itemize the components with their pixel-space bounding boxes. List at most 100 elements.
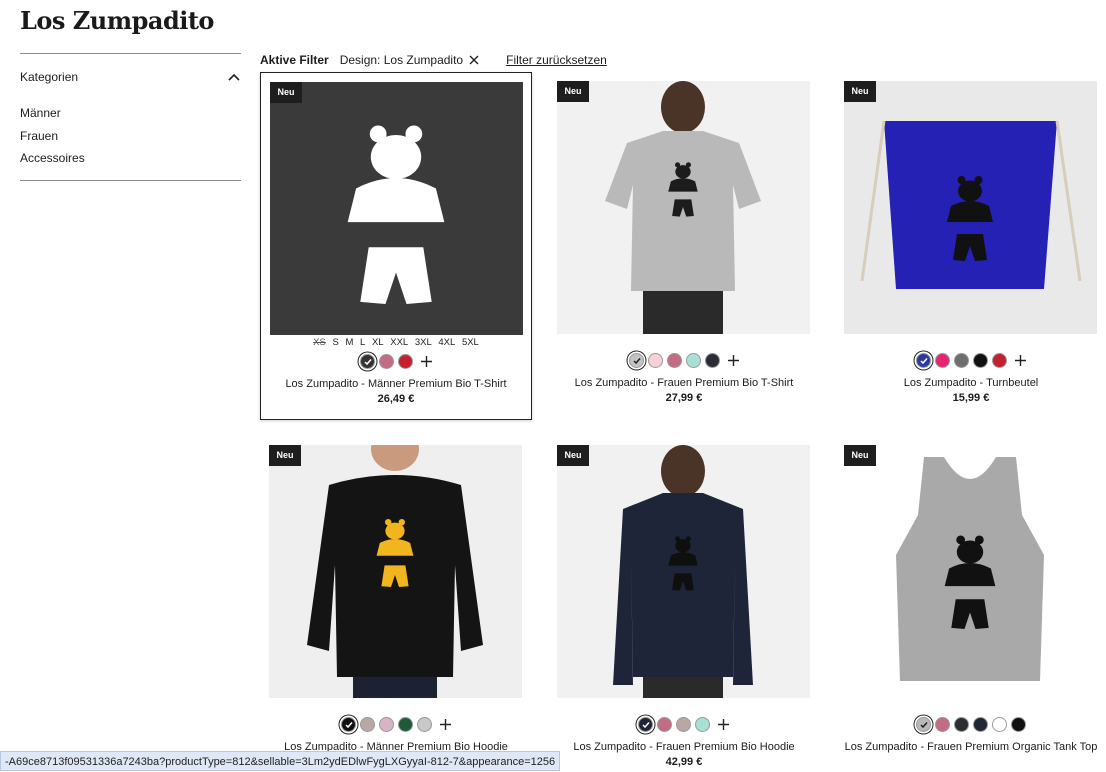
color-swatch[interactable] bbox=[638, 716, 653, 732]
color-swatches bbox=[548, 715, 820, 733]
product-price: 27,99 € bbox=[665, 392, 703, 404]
color-swatch[interactable] bbox=[953, 352, 969, 368]
color-swatches bbox=[835, 715, 1106, 733]
size-option: M bbox=[345, 337, 354, 348]
color-swatch[interactable] bbox=[704, 352, 720, 368]
color-swatch[interactable] bbox=[1011, 716, 1026, 732]
color-swatch[interactable] bbox=[416, 716, 432, 732]
color-swatch[interactable] bbox=[916, 716, 931, 732]
size-option: XXL bbox=[390, 337, 409, 348]
new-badge: Neu bbox=[844, 81, 876, 102]
product-card[interactable]: Neu Los Zumpadito - Frauen Premium Bio T… bbox=[548, 72, 820, 420]
new-badge: Neu bbox=[269, 445, 301, 466]
product-photo bbox=[270, 82, 523, 335]
product-image[interactable]: Neu bbox=[270, 82, 523, 335]
model-head bbox=[661, 445, 705, 497]
product-name[interactable]: Los Zumpadito - Frauen Premium Bio T-Shi… bbox=[548, 375, 820, 391]
color-swatch[interactable] bbox=[935, 716, 950, 732]
product-name[interactable]: Los Zumpadito - Turnbeutel bbox=[835, 375, 1106, 391]
size-option: XS bbox=[313, 337, 326, 348]
color-swatch[interactable] bbox=[666, 352, 682, 368]
check-icon bbox=[344, 721, 353, 728]
model-legs bbox=[643, 291, 723, 334]
color-swatch[interactable] bbox=[647, 352, 663, 368]
more-colors-plus-icon[interactable] bbox=[727, 354, 740, 367]
check-icon bbox=[642, 721, 650, 728]
more-colors-plus-icon[interactable] bbox=[420, 355, 433, 368]
color-swatch[interactable] bbox=[676, 716, 691, 732]
product-card[interactable]: Neu Los Zumpadito - Frauen Premium Organ… bbox=[835, 436, 1106, 772]
filter-chip-design[interactable]: Design: Los Zumpadito bbox=[340, 53, 480, 67]
color-swatch[interactable] bbox=[954, 716, 969, 732]
color-swatch[interactable] bbox=[915, 352, 931, 368]
status-bar-url: -A69ce8713f09531336a7243ba?productType=8… bbox=[0, 751, 561, 771]
category-item-frauen[interactable]: Frauen bbox=[20, 125, 241, 148]
product-price: 15,99 € bbox=[952, 392, 990, 404]
product-price: 26,49 € bbox=[377, 393, 415, 405]
product-image[interactable]: Neu bbox=[557, 81, 810, 334]
color-swatch[interactable] bbox=[657, 716, 672, 732]
color-swatch[interactable] bbox=[397, 353, 413, 369]
product-card[interactable]: Neu Los Zumpadito - Männer Premium Bio H… bbox=[260, 436, 532, 772]
active-filters-label: Aktive Filter bbox=[260, 53, 329, 67]
product-price: 42,99 € bbox=[665, 756, 703, 768]
more-colors-plus-icon[interactable] bbox=[717, 718, 730, 731]
color-swatch[interactable] bbox=[973, 716, 988, 732]
product-image[interactable]: Neu bbox=[557, 445, 810, 698]
color-swatch[interactable] bbox=[378, 353, 394, 369]
color-swatch[interactable] bbox=[972, 352, 988, 368]
close-icon[interactable] bbox=[468, 54, 480, 66]
model-legs bbox=[643, 677, 723, 698]
color-swatch[interactable] bbox=[378, 716, 394, 732]
color-swatch[interactable] bbox=[695, 716, 710, 732]
color-swatch[interactable] bbox=[685, 352, 701, 368]
product-image[interactable]: Neu bbox=[844, 81, 1097, 334]
color-swatch[interactable] bbox=[359, 353, 375, 369]
color-swatch[interactable] bbox=[992, 716, 1007, 732]
product-card[interactable]: Neu Los Zumpadito - Turnbeutel 15,99 € bbox=[835, 72, 1106, 420]
size-list: XS S M L XL XXL 3XL 4XL 5XL bbox=[261, 337, 531, 348]
product-name[interactable]: Los Zumpadito - Frauen Premium Bio Hoodi… bbox=[548, 739, 820, 755]
new-badge: Neu bbox=[844, 445, 876, 466]
product-photo bbox=[557, 81, 810, 334]
category-toggle[interactable]: Kategorien bbox=[20, 54, 241, 99]
category-item-maenner[interactable]: Männer bbox=[20, 102, 241, 125]
product-card[interactable]: Neu Los Zumpadito - Frauen Premium Bio H… bbox=[548, 436, 820, 772]
more-colors-plus-icon[interactable] bbox=[1014, 354, 1027, 367]
size-option: S bbox=[332, 337, 339, 348]
color-swatch[interactable] bbox=[359, 716, 375, 732]
product-name[interactable]: Los Zumpadito - Männer Premium Bio T-Shi… bbox=[261, 376, 531, 392]
garment bbox=[613, 493, 753, 685]
more-colors-plus-icon[interactable] bbox=[439, 718, 452, 731]
divider bbox=[20, 179, 241, 181]
product-card[interactable]: Neu XS S M L XL XXL 3XL 4XL 5XL Los Zump… bbox=[260, 72, 532, 420]
color-swatches bbox=[548, 351, 820, 369]
page-title: Los Zumpadito bbox=[20, 6, 214, 35]
color-swatches bbox=[835, 351, 1106, 369]
color-swatch[interactable] bbox=[934, 352, 950, 368]
size-option: 4XL bbox=[438, 337, 456, 348]
product-image[interactable]: Neu bbox=[269, 445, 522, 698]
check-icon bbox=[632, 357, 641, 364]
size-option: L bbox=[360, 337, 366, 348]
color-swatch[interactable] bbox=[397, 716, 413, 732]
product-photo bbox=[269, 445, 522, 698]
new-badge: Neu bbox=[557, 81, 589, 102]
color-swatches bbox=[261, 352, 531, 370]
product-photo bbox=[557, 445, 810, 698]
category-item-accessoires[interactable]: Accessoires bbox=[20, 147, 241, 170]
color-swatch[interactable] bbox=[628, 352, 644, 368]
size-option: XL bbox=[371, 337, 384, 348]
filter-chip-label: Design: Los Zumpadito bbox=[339, 53, 464, 67]
product-photo bbox=[844, 445, 1097, 698]
size-option: 5XL bbox=[461, 337, 479, 348]
model-head bbox=[661, 81, 705, 133]
product-image[interactable]: Neu bbox=[844, 445, 1097, 698]
new-badge: Neu bbox=[557, 445, 589, 466]
color-swatch[interactable] bbox=[991, 352, 1007, 368]
category-sidebar: Kategorien Männer Frauen Accessoires bbox=[20, 53, 241, 181]
product-name[interactable]: Los Zumpadito - Frauen Premium Organic T… bbox=[835, 739, 1106, 755]
size-option: 3XL bbox=[414, 337, 432, 348]
reset-filters-link[interactable]: Filter zurücksetzen bbox=[506, 53, 607, 67]
color-swatch[interactable] bbox=[340, 716, 356, 732]
